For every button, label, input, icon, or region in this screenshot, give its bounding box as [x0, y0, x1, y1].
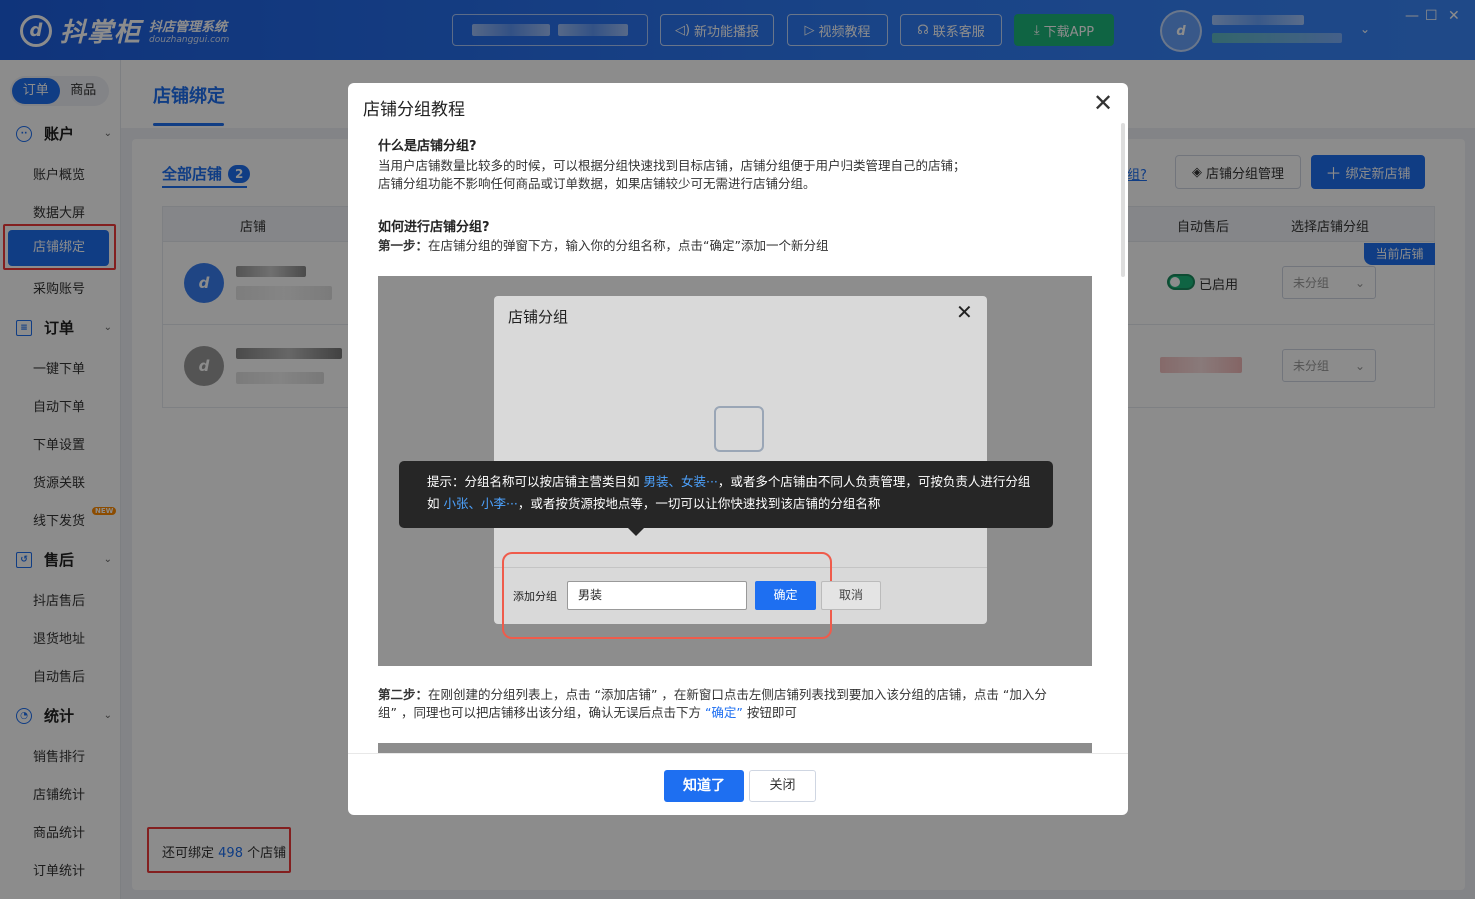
tip-tooltip: 提示：分组名称可以按店铺主营类目如 男装、女装···，或者多个店铺由不同人负责管…	[399, 461, 1053, 528]
close-icon: ✕	[956, 300, 973, 324]
section-heading: 如何进行店铺分组?	[378, 220, 490, 235]
empty-box-icon	[714, 406, 764, 452]
tooltip-arrow	[628, 528, 644, 536]
modal-footer: 知道了 关闭	[348, 753, 1128, 815]
got-it-button[interactable]: 知道了	[664, 770, 744, 802]
confirm-button: 确定	[755, 581, 816, 610]
step-2-text: 第二步：在刚创建的分组列表上，点击 “添加店铺” ，在新窗口点击左侧店铺列表找到…	[378, 687, 1047, 720]
close-button[interactable]: 关闭	[749, 770, 816, 802]
step-1-text: 第一步：在店铺分组的弹窗下方，输入你的分组名称，点击“确定”添加一个新分组	[378, 238, 829, 253]
add-group-label: 添加分组	[513, 590, 557, 603]
group-name-input: 男装	[567, 581, 747, 610]
section-heading: 什么是店铺分组?	[378, 139, 477, 154]
close-icon[interactable]: ✕	[1093, 89, 1113, 117]
tutorial-screenshot-2	[378, 743, 1092, 753]
inner-dialog-title: 店铺分组	[508, 308, 569, 326]
modal-title: 店铺分组教程	[363, 100, 465, 120]
tutorial-screenshot: 店铺分组 ✕ 提示：分组名称可以按店铺主营类目如 男装、女装···，或者多个店铺…	[378, 276, 1092, 666]
tutorial-modal: 店铺分组教程 ✕ 什么是店铺分组? 当用户店铺数量比较多的时候，可以根据分组快速…	[348, 83, 1128, 815]
modal-body: 什么是店铺分组? 当用户店铺数量比较多的时候，可以根据分组快速找到目标店铺，店铺…	[378, 133, 1093, 753]
scrollbar[interactable]	[1121, 123, 1125, 277]
paragraph: 当用户店铺数量比较多的时候，可以根据分组快速找到目标店铺，店铺分组便于用户归类管…	[378, 158, 966, 191]
cancel-button: 取消	[821, 581, 881, 610]
